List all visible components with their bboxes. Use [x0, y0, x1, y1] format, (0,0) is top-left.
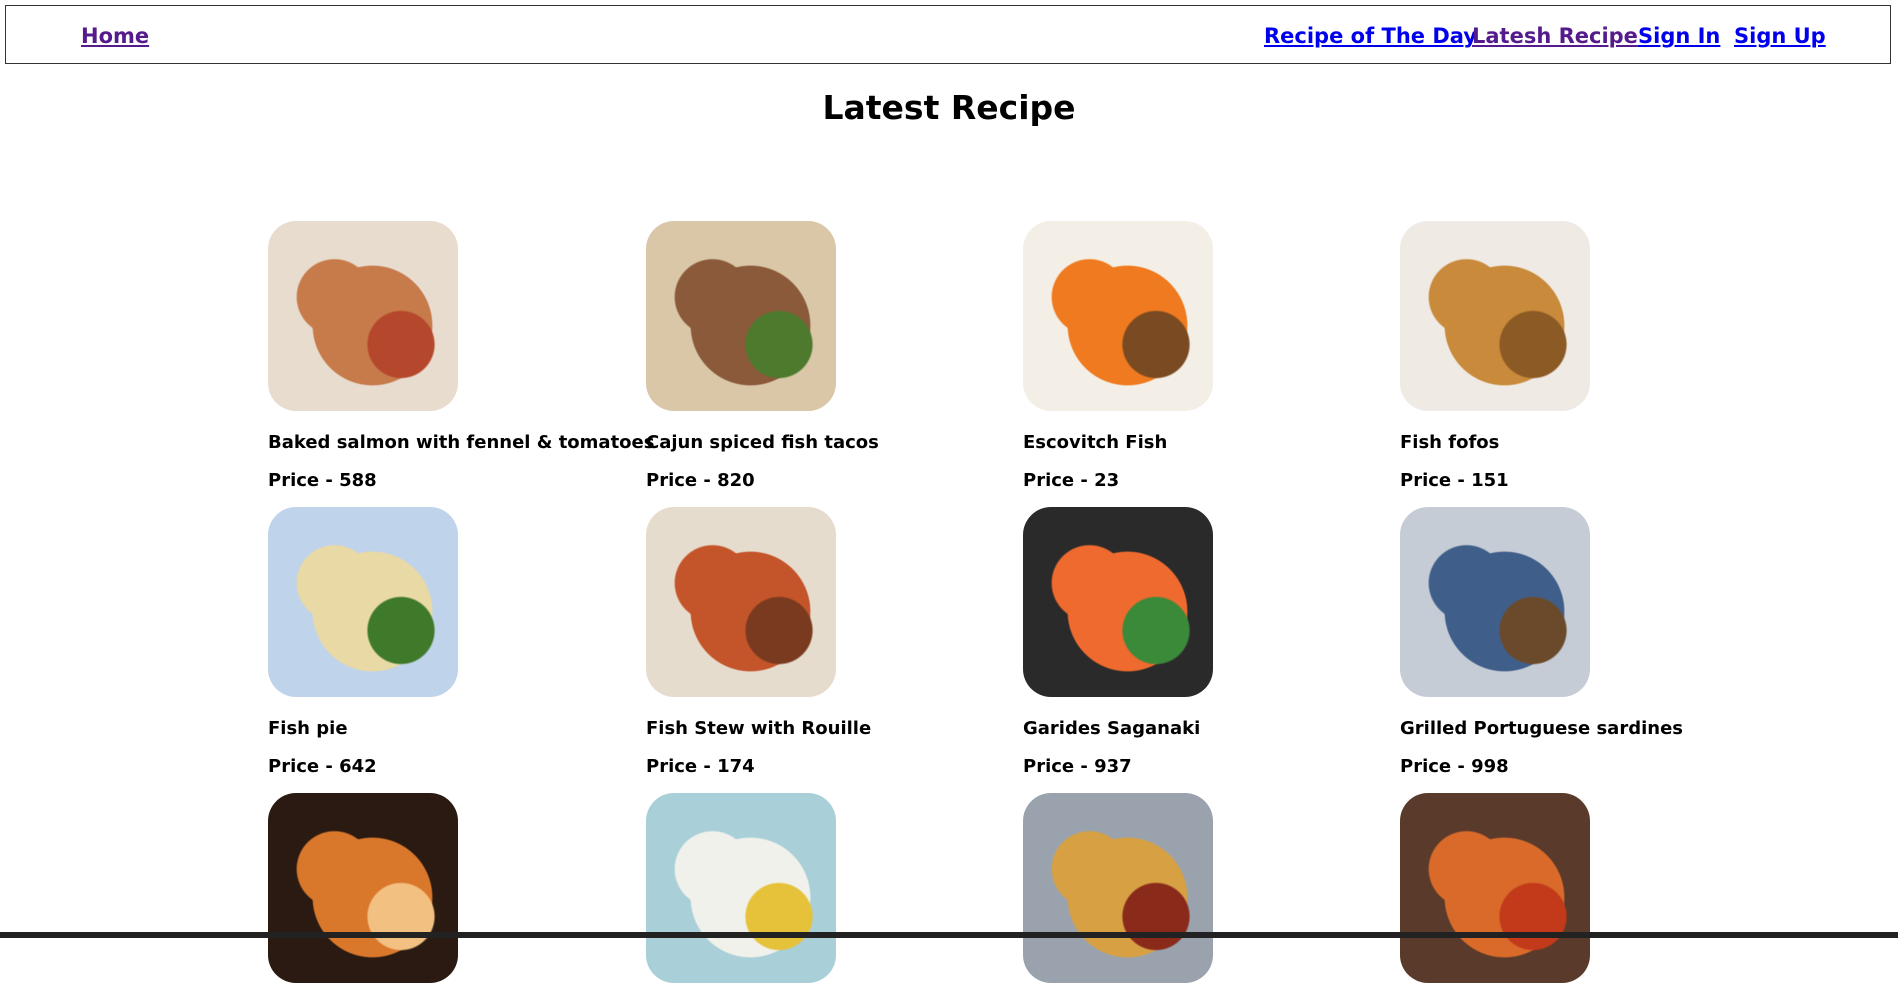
recipe-price: Price - 937 [1023, 756, 1132, 777]
recipe-card[interactable] [1023, 793, 1393, 983]
recipe-image[interactable] [1023, 793, 1213, 983]
recipe-name: Garides Saganaki [1023, 718, 1201, 739]
recipe-price: Price - 23 [1023, 470, 1120, 491]
recipe-card[interactable]: Grilled Portuguese sardines Price - 998 [1400, 507, 1770, 777]
recipe-card[interactable]: Fish Stew with Rouille Price - 174 [646, 507, 1016, 777]
recipe-card[interactable]: Fish fofos Price - 151 [1400, 221, 1770, 491]
recipe-image[interactable] [1023, 507, 1213, 697]
recipe-image[interactable] [646, 507, 836, 697]
recipe-image[interactable] [1400, 793, 1590, 983]
recipe-price: Price - 151 [1400, 470, 1509, 491]
recipe-card[interactable] [268, 793, 638, 983]
recipe-image[interactable] [1023, 221, 1213, 411]
recipe-card[interactable]: Fish pie Price - 642 [268, 507, 638, 777]
recipe-name: Cajun spiced fish tacos [646, 432, 879, 453]
recipe-image[interactable] [268, 793, 458, 983]
recipe-card[interactable]: Baked salmon with fennel & tomatoes Price… [268, 221, 655, 491]
recipe-price: Price - 820 [646, 470, 755, 491]
recipe-grid: Baked salmon with fennel & tomatoes Price… [0, 0, 1898, 983]
recipe-image[interactable] [1400, 221, 1590, 411]
recipe-price: Price - 588 [268, 470, 377, 491]
recipe-price: Price - 174 [646, 756, 755, 777]
recipe-price: Price - 642 [268, 756, 377, 777]
recipe-image[interactable] [268, 507, 458, 697]
recipe-name: Grilled Portuguese sardines [1400, 718, 1683, 739]
recipe-image[interactable] [646, 793, 836, 983]
recipe-image[interactable] [1400, 507, 1590, 697]
recipe-name: Fish Stew with Rouille [646, 718, 872, 739]
recipe-name: Baked salmon with fennel & tomatoes [268, 432, 655, 453]
recipe-price: Price - 998 [1400, 756, 1509, 777]
recipe-image[interactable] [646, 221, 836, 411]
recipe-card[interactable]: Cajun spiced fish tacos Price - 820 [646, 221, 1016, 491]
recipe-card[interactable] [1400, 793, 1770, 983]
recipe-name: Escovitch Fish [1023, 432, 1168, 453]
recipe-card[interactable]: Garides Saganaki Price - 937 [1023, 507, 1393, 777]
recipe-name: Fish fofos [1400, 432, 1500, 453]
bottom-edge-bar [0, 932, 1898, 938]
recipe-card[interactable] [646, 793, 1016, 983]
recipe-image[interactable] [268, 221, 458, 411]
recipe-name: Fish pie [268, 718, 348, 739]
recipe-card[interactable]: Escovitch Fish Price - 23 [1023, 221, 1393, 491]
